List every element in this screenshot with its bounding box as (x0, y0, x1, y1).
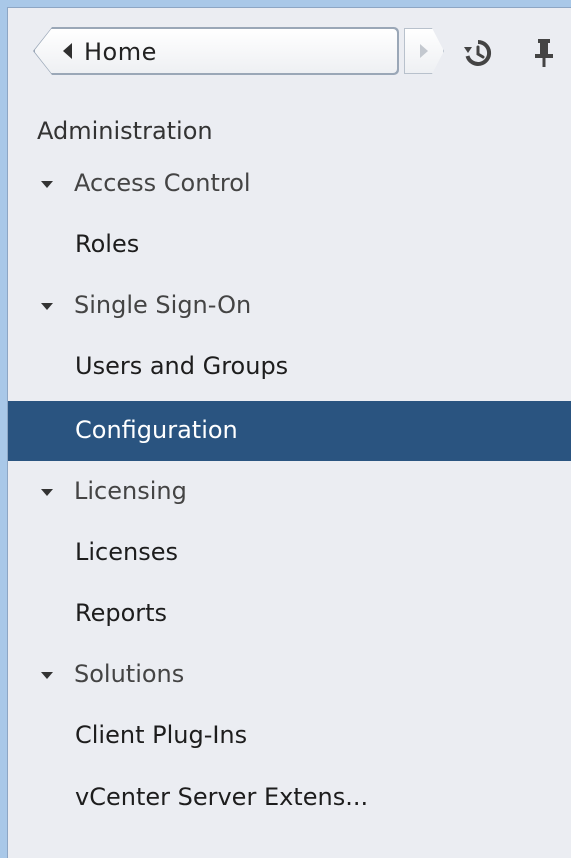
nav-item-label[interactable]: Users and Groups (75, 351, 288, 381)
navigation-bar: Home (8, 8, 571, 104)
nav-item-label[interactable]: Reports (75, 598, 167, 628)
group-access-control[interactable]: Access Control (8, 164, 571, 204)
group-solutions[interactable]: Solutions (8, 655, 571, 695)
chevron-left-icon[interactable] (63, 43, 72, 59)
navigator-panel: Home Administration Access Control Roles… (7, 7, 571, 858)
section-title: Administration (37, 117, 213, 145)
pin-icon[interactable] (533, 38, 555, 68)
nav-item-label[interactable]: Client Plug-Ins (75, 720, 247, 750)
group-label[interactable]: Single Sign-On (74, 290, 251, 320)
nav-item-vcenter-server-extensions[interactable]: vCenter Server Extens... (8, 768, 571, 828)
group-licensing[interactable]: Licensing (8, 472, 571, 512)
nav-item-label[interactable]: Roles (75, 229, 139, 259)
group-label[interactable]: Licensing (74, 476, 187, 506)
group-single-sign-on[interactable]: Single Sign-On (8, 286, 571, 326)
caret-down-icon[interactable] (41, 489, 53, 496)
nav-item-reports[interactable]: Reports (8, 584, 571, 644)
caret-down-icon[interactable] (41, 181, 53, 188)
nav-item-label[interactable]: Licenses (75, 537, 178, 567)
group-label[interactable]: Solutions (74, 659, 184, 689)
nav-item-client-plug-ins[interactable]: Client Plug-Ins (8, 706, 571, 766)
group-label[interactable]: Access Control (74, 168, 251, 198)
nav-item-label[interactable]: vCenter Server Extens... (75, 782, 368, 812)
history-icon[interactable] (463, 38, 493, 68)
home-button-label[interactable]: Home (84, 38, 157, 66)
nav-item-users-and-groups[interactable]: Users and Groups (8, 337, 571, 397)
nav-item-configuration[interactable]: Configuration (8, 401, 571, 461)
caret-down-icon[interactable] (41, 303, 53, 310)
nav-item-label[interactable]: Configuration (75, 415, 238, 445)
nav-item-licenses[interactable]: Licenses (8, 523, 571, 583)
caret-down-icon[interactable] (41, 672, 53, 679)
nav-item-roles[interactable]: Roles (8, 215, 571, 275)
chevron-right-icon[interactable] (420, 44, 428, 58)
